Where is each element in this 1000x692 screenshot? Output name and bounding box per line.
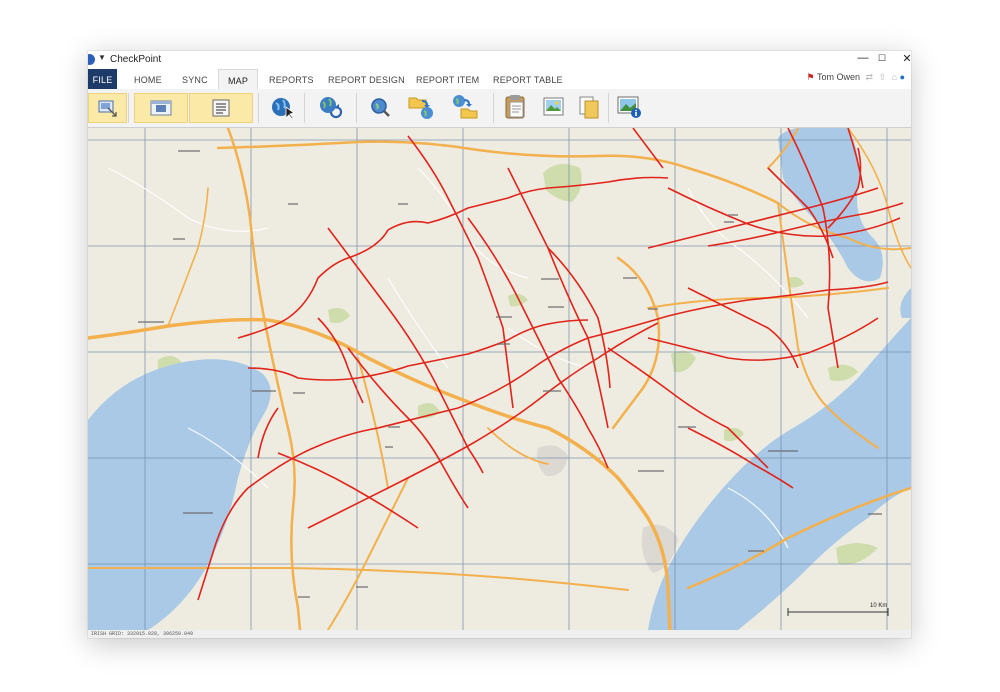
user-area: ⚑ Tom Owen ⇄ ⇧ ⌂ ● xyxy=(807,72,905,83)
map-info-button[interactable] xyxy=(616,93,644,121)
scale-label: 10 Km xyxy=(870,603,887,609)
minimize-button[interactable]: — xyxy=(856,52,870,64)
ribbon-tab-bar: FILE HOME SYNC MAP REPORTS REPORT DESIGN… xyxy=(88,69,911,89)
status-bar: IRISH GRID: 332915.028, 396250.049 xyxy=(88,630,911,638)
globe-folder-import-icon xyxy=(453,95,478,119)
map-layers-icon xyxy=(212,99,230,117)
tab-report-design[interactable]: REPORT DESIGN xyxy=(328,69,405,89)
clipboard-button[interactable] xyxy=(502,93,530,121)
globe-refresh-icon xyxy=(320,97,343,119)
tab-sync[interactable]: SYNC xyxy=(182,69,208,89)
globe-cursor-icon xyxy=(272,98,295,119)
map-layers-button[interactable] xyxy=(189,93,253,123)
sync-arrows-icon[interactable]: ⇄ xyxy=(865,72,873,82)
globe-refresh-button[interactable] xyxy=(316,93,344,121)
globe-folder-import-button[interactable] xyxy=(451,93,479,121)
tab-reports[interactable]: REPORTS xyxy=(269,69,314,89)
quick-access-dropdown-icon[interactable]: ▼ xyxy=(98,53,106,62)
home-icon[interactable]: ⌂ xyxy=(892,72,897,82)
map-info-icon xyxy=(617,96,641,118)
help-icon[interactable]: ● xyxy=(900,72,905,82)
ribbon-toolbar xyxy=(88,89,911,128)
folder-globe-export-icon xyxy=(408,97,433,119)
folder-globe-export-button[interactable] xyxy=(408,93,436,121)
map-view-button[interactable] xyxy=(134,93,188,123)
copy-icon xyxy=(579,96,599,119)
maximize-button[interactable]: ☐ xyxy=(875,53,889,64)
globe-cursor-button[interactable] xyxy=(269,93,297,121)
tab-report-table[interactable]: REPORT TABLE xyxy=(493,69,563,89)
map-select-tool-icon xyxy=(98,100,117,117)
image-icon xyxy=(543,97,564,116)
map-view-icon xyxy=(150,100,172,116)
user-name[interactable]: Tom Owen xyxy=(817,72,860,82)
tab-home[interactable]: HOME xyxy=(134,69,162,89)
title-bar: ▼ CheckPoint — ☐ ✕ xyxy=(88,51,911,69)
close-button[interactable]: ✕ xyxy=(900,52,911,65)
globe-search-button[interactable] xyxy=(366,93,394,121)
window-title: CheckPoint xyxy=(110,54,162,65)
app-logo-icon xyxy=(88,54,95,65)
app-window: ▼ CheckPoint — ☐ ✕ FILE HOME SYNC MAP RE… xyxy=(88,51,911,638)
copy-button[interactable] xyxy=(575,93,603,121)
map-select-tool-button[interactable] xyxy=(88,93,127,123)
user-icon[interactable]: ⚑ xyxy=(807,72,815,82)
tab-map[interactable]: MAP xyxy=(218,69,258,89)
map-canvas[interactable]: 10 Km xyxy=(88,128,911,630)
image-button[interactable] xyxy=(540,93,568,121)
clipboard-icon xyxy=(505,95,525,119)
tab-report-item[interactable]: REPORT ITEM xyxy=(416,69,479,89)
tab-file[interactable]: FILE xyxy=(88,69,117,89)
map-view[interactable]: 10 Km xyxy=(88,128,911,630)
upload-icon[interactable]: ⇧ xyxy=(879,72,887,82)
globe-search-icon xyxy=(371,98,390,117)
